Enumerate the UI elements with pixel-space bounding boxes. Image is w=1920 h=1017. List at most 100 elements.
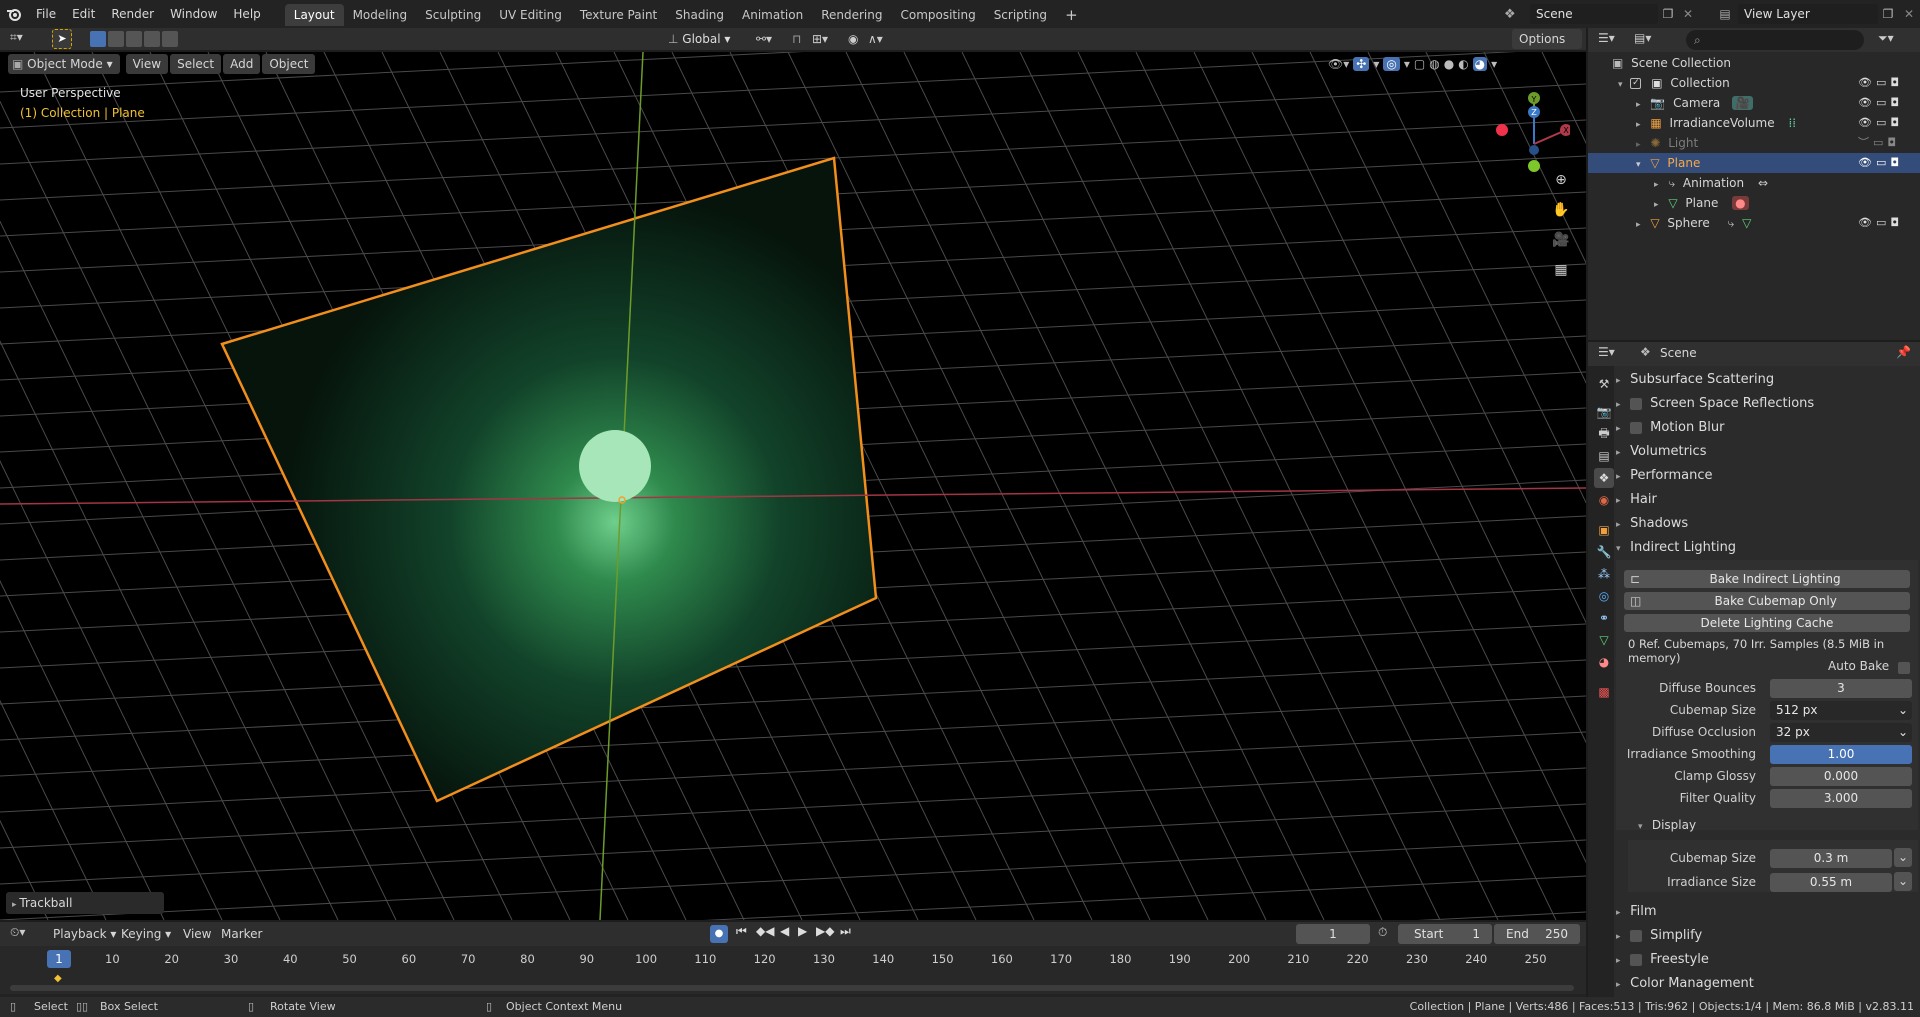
motion-blur-checkbox[interactable] [1630,421,1643,434]
subpanel-display[interactable]: ▾ Display [1638,818,1696,832]
expand-collection-icon[interactable]: ▾ [1618,80,1623,90]
menu-view[interactable]: View [125,54,169,74]
display-cubemap-size-field[interactable]: 0.3 m [1770,849,1892,868]
simplify-checkbox[interactable] [1630,929,1643,942]
menu-window[interactable]: Window [162,0,225,28]
menu-playback[interactable]: Playback ▾ [46,924,123,944]
output-tab-icon[interactable]: 🖶 [1594,424,1614,444]
keyframe-icon[interactable]: ◆ [54,973,62,984]
panel-shadows[interactable]: ▸ Shadows [1616,512,1688,536]
wireframe-shading-icon[interactable]: ◍ [1429,57,1439,71]
gizmo-dropdown-icon[interactable]: ▾ [1373,57,1379,71]
menu-edit[interactable]: Edit [64,0,103,28]
pin-icon[interactable]: 📌 [1896,345,1911,359]
view-layer-tab-icon[interactable]: ▤ [1594,446,1614,466]
delete-lighting-cache-button[interactable]: Delete Lighting Cache [1624,614,1910,632]
outliner-animation[interactable]: ▸ ⤷ Animation ⇔ [1588,173,1920,193]
select-tool-icon[interactable]: ➤ [52,29,72,49]
panel-film[interactable]: ▸ Film [1616,900,1657,924]
panel-performance[interactable]: ▸ Performance [1616,464,1713,488]
snap-target-icon[interactable]: ⊞▾ [812,29,842,49]
expand-icon[interactable]: ▸ [1654,180,1659,190]
play-icon[interactable]: ▶ [798,924,807,938]
editor-type-button[interactable]: ⌗▾ [10,30,38,48]
xray-icon[interactable]: ▢ [1414,57,1425,71]
tab-scripting[interactable]: Scripting [985,4,1056,26]
3d-viewport[interactable]: ▣ Object Mode ▾ View Select Add Object 👁… [0,52,1586,920]
visibility-icon[interactable]: 👁▾ [1328,57,1349,71]
options-dropdown[interactable]: Options ▾ [1512,29,1582,66]
transform-orientation-dropdown[interactable]: ⊥ Global ▾ [668,29,750,49]
irradiance-display-toggle-icon[interactable]: ⌄ [1894,872,1912,891]
sphere-visibility-icons[interactable]: 👁▭◘ [1858,213,1903,233]
scene-icon[interactable]: ❖ [1504,7,1530,22]
next-keyframe-icon[interactable]: ▶◆ [816,924,834,938]
scene-tab-icon[interactable]: ❖ [1594,468,1614,488]
physics-tab-icon[interactable]: ◎ [1594,586,1614,606]
plane-visibility-icons[interactable]: 👁▭◘ [1858,153,1903,173]
timeline-scrollbar[interactable] [10,985,1574,991]
outliner-editor-type-icon[interactable]: ☰▾ [1598,31,1615,45]
shading-dropdown-icon[interactable]: ▾ [1491,57,1497,71]
panel-simplify[interactable]: ▸ Simplify [1616,924,1702,948]
collection-checkbox[interactable]: ✓ [1630,78,1642,89]
panel-indirect-lighting[interactable]: ▾ Indirect Lighting [1616,536,1736,560]
outliner-search-input[interactable]: ⌕ [1686,30,1864,50]
select-mode-invert-icon[interactable] [144,31,160,47]
gizmo-neg-x-icon[interactable] [1496,124,1508,136]
irradiance-visibility-icons[interactable]: 👁▭◘ [1858,113,1903,133]
material-shading-icon[interactable]: ◐ [1458,57,1468,71]
expand-icon[interactable]: ▸ [1636,120,1641,130]
display-irradiance-size-field[interactable]: 0.55 m [1770,873,1892,892]
panel-motion-blur[interactable]: ▸ Motion Blur [1616,416,1724,440]
freestyle-checkbox[interactable] [1630,953,1643,966]
tab-uv-editing[interactable]: UV Editing [490,4,571,26]
expand-icon[interactable]: ▸ [1636,140,1641,150]
filter-icon[interactable]: ⏷▾ [1878,31,1894,46]
rendered-shading-icon[interactable]: ◕ [1472,57,1488,71]
jump-end-icon[interactable]: ⏭ [840,924,851,939]
diffuse-bounces-field[interactable]: 3 [1770,679,1912,698]
data-tab-icon[interactable]: ▽ [1594,630,1614,650]
menu-file[interactable]: File [28,0,64,28]
properties-editor-type-icon[interactable]: ☰▾ [1598,345,1615,359]
gizmo-neg-y-icon[interactable] [1528,160,1540,172]
display-mode-icon[interactable]: ▤▾ [1634,31,1651,45]
bake-indirect-lighting-button[interactable]: ⊏ Bake Indirect Lighting [1624,570,1910,588]
tab-animation[interactable]: Animation [733,4,812,26]
proportional-edit-icon[interactable]: ◉ [848,29,868,49]
snap-icon[interactable]: ⊓ [792,29,812,49]
menu-help[interactable]: Help [225,0,268,28]
outliner-scene-collection[interactable]: ▣ Scene Collection [1588,53,1920,73]
select-mode-intersect-icon[interactable] [162,31,178,47]
menu-object[interactable]: Object [262,54,316,74]
select-mode-extend-icon[interactable] [108,31,124,47]
preview-range-icon[interactable]: ⏱ [1378,925,1387,940]
delete-scene-icon[interactable]: ✕ [1678,7,1698,21]
gizmo-toggle-icon[interactable]: ✣ [1353,57,1370,71]
menu-add[interactable]: Add [223,54,261,74]
diffuse-occlusion-dropdown[interactable]: 32 px ⌄ [1770,723,1912,742]
tab-compositing[interactable]: Compositing [891,4,984,26]
light-visibility-icons[interactable]: ︶▭◘ [1858,133,1900,153]
object-mode-dropdown[interactable]: ▣ Object Mode ▾ [8,54,120,74]
panel-color-management[interactable]: ▸ Color Management [1616,972,1754,996]
viewport-scene[interactable] [0,52,1586,920]
jump-start-icon[interactable]: ⏮ [736,924,747,939]
play-reverse-icon[interactable]: ◀ [780,924,789,938]
last-operator-panel[interactable]: ▸ Trackball [6,892,164,914]
ortho-grid-icon[interactable]: ▦ [1550,262,1572,284]
tab-modeling[interactable]: Modeling [344,4,417,26]
playhead[interactable]: 1 [47,950,71,968]
overlays-toggle-icon[interactable]: ◎ [1383,57,1400,71]
light-object[interactable] [579,430,651,502]
panel-subsurface-scattering[interactable]: ▸ Subsurface Scattering [1616,368,1774,392]
tab-shading[interactable]: Shading [666,4,733,26]
new-view-layer-icon[interactable]: ❐ [1878,7,1898,21]
solid-shading-icon[interactable]: ● [1444,57,1454,71]
auto-bake-checkbox[interactable] [1898,662,1910,674]
menu-timeline-view[interactable]: View [176,924,218,944]
delete-view-layer-icon[interactable]: ✕ [1898,7,1920,21]
cubemap-display-toggle-icon[interactable]: ⌄ [1894,848,1912,867]
tab-rendering[interactable]: Rendering [812,4,891,26]
